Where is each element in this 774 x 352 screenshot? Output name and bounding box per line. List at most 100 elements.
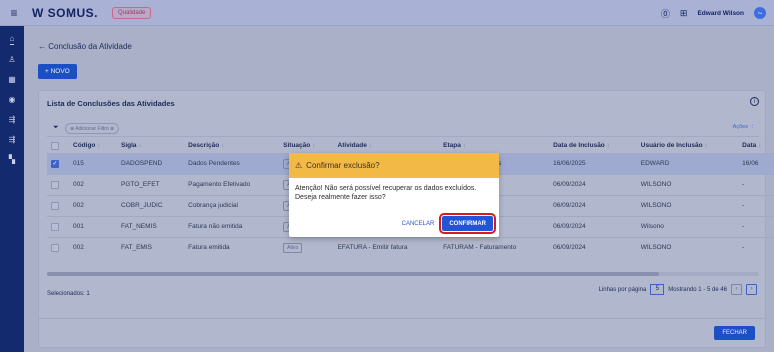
row-checkbox[interactable]: ✓ — [51, 159, 59, 168]
row-checkbox[interactable] — [51, 201, 59, 210]
prev-page-icon[interactable]: ‹ — [731, 284, 742, 295]
select-all-checkbox[interactable] — [51, 141, 59, 150]
status-badge: Ativo — [283, 242, 303, 253]
header-usuario-inclusao[interactable]: Usuário de Inclusão ↕ — [637, 139, 738, 153]
top-bar: ≡ W SOMUS. Qualidade ⓪ ⊞ Edward Wilson ~ — [0, 0, 774, 26]
filter-icon[interactable]: ⏷ — [53, 124, 59, 132]
filter-bar: ⏷ ⊕ Adicionar Filtro ⊗ Ações ⋮ — [47, 121, 759, 137]
logo-text: SOMUS. — [47, 5, 99, 20]
flow-icon[interactable]: ⇶ — [9, 115, 16, 125]
cell-sigla: PGTO_EFET — [117, 173, 185, 195]
cell-sigla: DADOSPEND — [117, 152, 185, 174]
cell-usuario: WILSONO — [636, 173, 739, 195]
notifications-icon[interactable]: ⊞ — [680, 8, 688, 19]
row-select-cell[interactable] — [47, 236, 69, 258]
next-page-icon[interactable]: › — [746, 284, 757, 295]
horizontal-scrollbar[interactable] — [47, 272, 659, 276]
cancel-button[interactable]: CANCELAR — [402, 221, 435, 227]
header-etapa[interactable]: Etapa ↕ — [439, 139, 549, 153]
dialog-actions: CANCELAR CONFIRMAR — [402, 213, 496, 234]
header-data-inclusao[interactable]: Data de Inclusão ↕ — [549, 139, 637, 153]
page-title-text: Conclusão da Atividade — [48, 42, 132, 51]
pagination: Linhas por página 5 Mostrando 1 - 5 de 4… — [599, 284, 757, 295]
selected-count: Selecionados: 1 — [47, 291, 90, 297]
header-data[interactable]: Data ↕ — [738, 139, 774, 153]
circle-icon[interactable]: ◉ — [9, 95, 16, 105]
confirm-delete-dialog: ⚠ Confirmar exclusão? Atenção! Não será … — [289, 153, 499, 237]
apps-icon[interactable]: ▚ — [9, 155, 15, 165]
cell-data: - — [738, 173, 774, 195]
avatar[interactable]: ~ — [754, 7, 766, 19]
cell-descricao: Dados Pendentes — [184, 152, 280, 174]
card-title: Lista de Conclusões das Atividades — [47, 99, 175, 108]
cell-data-inclusao: 06/09/2024 — [549, 236, 637, 258]
dialog-message-line1: Atenção! Não será possível recuperar os … — [295, 185, 477, 192]
row-checkbox[interactable] — [51, 180, 59, 189]
page-title: ← Conclusão da Atividade — [38, 42, 132, 51]
select-all-cell[interactable] — [47, 139, 69, 153]
header-atividade[interactable]: Atividade ↕ — [334, 139, 440, 153]
add-filter-chip[interactable]: ⊕ Adicionar Filtro ⊗ — [65, 123, 120, 134]
table-row[interactable]: 002 FAT_EMIS Fatura emitida Ativo EFATUR… — [47, 236, 774, 258]
row-select-cell[interactable]: ✓ — [47, 152, 69, 174]
cell-data: - — [738, 194, 774, 216]
menu-icon[interactable]: ≡ — [0, 6, 28, 20]
cell-data-inclusao: 06/09/2024 — [549, 194, 637, 216]
cell-descricao: Fatura não emitida — [184, 215, 280, 237]
cell-data: - — [738, 236, 774, 258]
confirm-button[interactable]: CONFIRMAR — [439, 213, 496, 234]
row-select-cell[interactable] — [47, 173, 69, 195]
cell-data: 16/06 — [738, 152, 774, 174]
top-right-tools: ⓪ ⊞ Edward Wilson ~ — [661, 0, 766, 26]
header-situacao[interactable]: Situação ↕ — [279, 139, 333, 153]
cell-descricao: Cobrança judicial — [184, 194, 280, 216]
rows-per-page-label: Linhas por página — [598, 286, 647, 293]
cell-data: - — [738, 215, 774, 237]
info-icon[interactable]: i — [750, 97, 759, 106]
cell-codigo: 002 — [69, 194, 118, 216]
environment-badge: Qualidade — [112, 6, 152, 19]
row-select-cell[interactable] — [47, 194, 69, 216]
header-sigla[interactable]: Sigla ↕ — [117, 139, 184, 153]
cell-codigo: 015 — [69, 152, 118, 174]
warning-icon: ⚠ — [295, 161, 303, 170]
cell-sigla: FAT_EMIS — [117, 236, 185, 258]
row-checkbox[interactable] — [51, 243, 59, 252]
flow2-icon[interactable]: ⇶ — [9, 135, 16, 145]
home-icon[interactable]: ⌂ — [9, 34, 15, 45]
sidebar: ⌂ ♙ ▦ ◉ ⇶ ⇶ ▚ — [0, 26, 24, 352]
new-button[interactable]: + NOVO — [38, 64, 77, 79]
cell-etapa: FATURAM - Faturamento — [439, 236, 550, 258]
close-button[interactable]: FECHAR — [714, 326, 755, 340]
cell-data-inclusao: 06/09/2024 — [549, 215, 637, 237]
cell-descricao: Fatura emitida — [184, 236, 280, 258]
range-text: Mostrando 1 - 5 de 46 — [668, 286, 727, 293]
header-descricao[interactable]: Descrição ↕ — [184, 139, 279, 153]
cell-sigla: COBR_JUDIC — [117, 194, 185, 216]
row-select-cell[interactable] — [47, 215, 69, 237]
rows-per-page-select[interactable]: 5 — [650, 284, 665, 295]
cell-usuario: EDWARD — [636, 152, 739, 174]
cell-usuario: WILSONO — [636, 236, 739, 258]
row-checkbox[interactable] — [51, 222, 59, 231]
header-codigo[interactable]: Código ↕ — [69, 139, 117, 153]
cell-descricao: Pagamento Efetivado — [184, 173, 280, 195]
table-header: Código ↕ Sigla ↕ Descrição ↕ Situação ↕ … — [47, 139, 774, 153]
dialog-body: Atenção! Não será possível recuperar os … — [289, 178, 499, 202]
app-logo: W SOMUS. — [32, 5, 99, 20]
dialog-header: ⚠ Confirmar exclusão? — [289, 153, 499, 178]
actions-menu[interactable]: Ações ⋮ — [733, 124, 755, 130]
cell-situacao: Ativo — [279, 236, 334, 258]
dialog-message-line2: Deseja realmente fazer isso? — [295, 194, 386, 201]
cell-sigla: FAT_NEMIS — [117, 215, 185, 237]
users-icon[interactable]: ♙ — [8, 55, 15, 65]
footer-card: FECHAR — [38, 318, 766, 348]
back-arrow-icon[interactable]: ← — [38, 42, 46, 51]
cell-atividade: EFATURA - Emitir fatura — [333, 236, 440, 258]
cell-codigo: 001 — [69, 215, 118, 237]
grid-icon[interactable]: ▦ — [8, 75, 16, 85]
user-name[interactable]: Edward Wilson — [697, 10, 744, 17]
cell-usuario: WILSONO — [636, 194, 739, 216]
help-icon[interactable]: ⓪ — [661, 7, 670, 20]
dialog-title: Confirmar exclusão? — [306, 161, 380, 170]
